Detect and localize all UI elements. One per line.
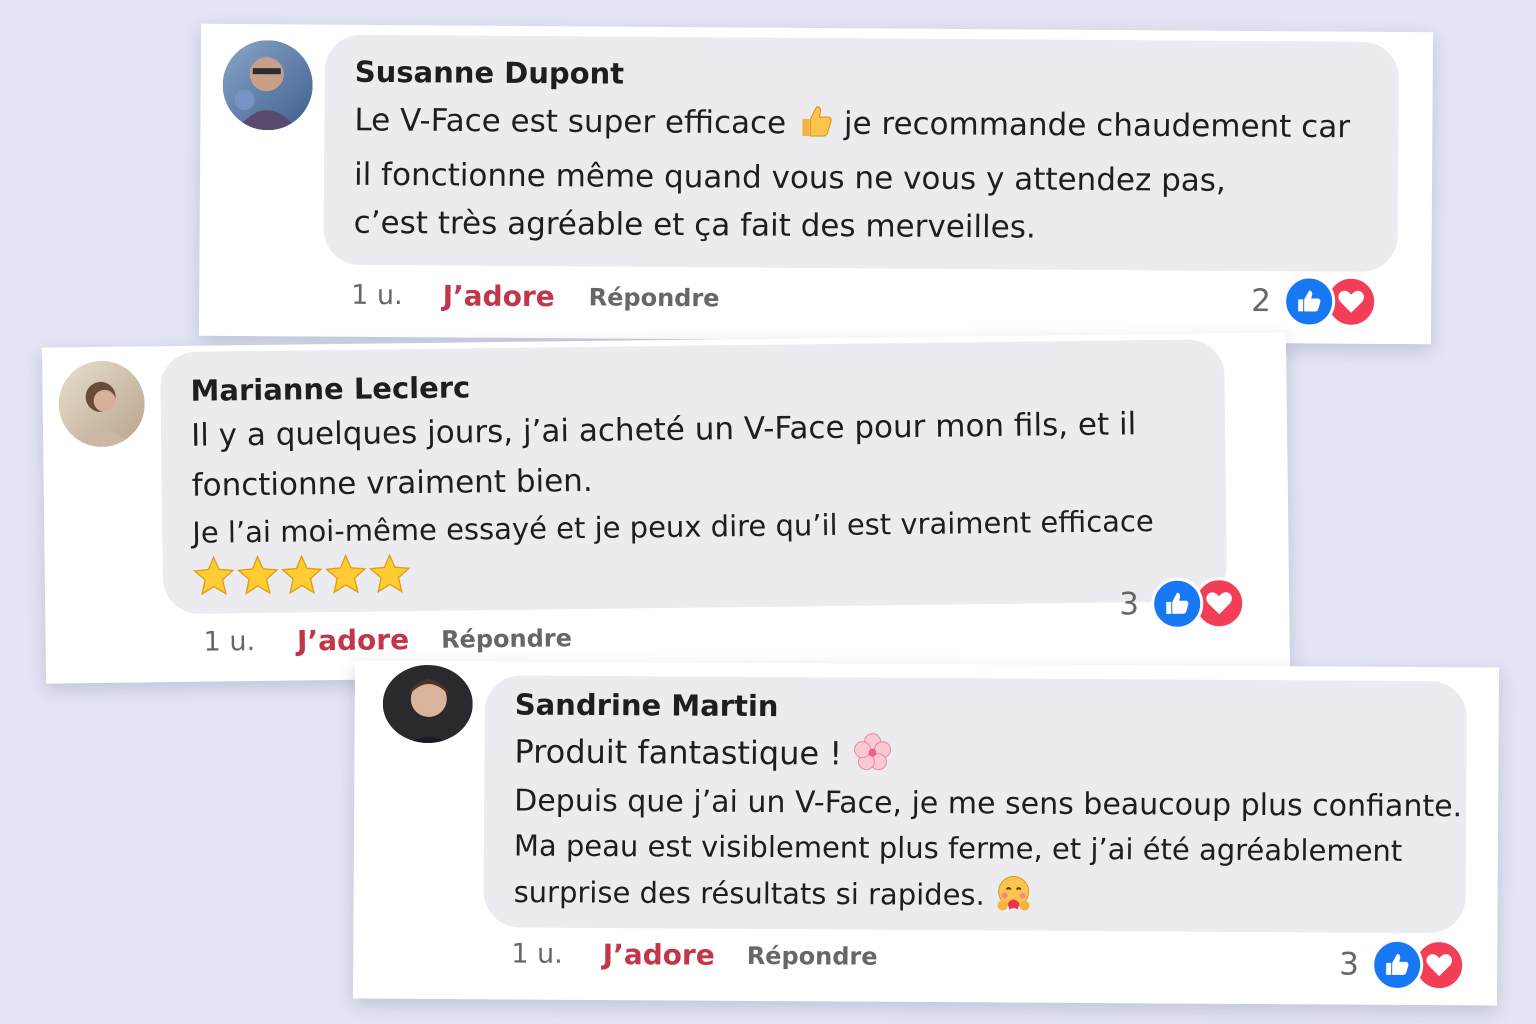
avatar[interactable] — [222, 39, 313, 131]
like-icon — [1282, 275, 1336, 328]
author-name[interactable]: Marianne Leclerc — [190, 361, 1198, 407]
star-icon — [368, 553, 411, 594]
comment-text: il fonctionne même quand vous ne vous y … — [353, 156, 1226, 199]
reaction-summary[interactable]: 2 — [1251, 275, 1378, 328]
comment-card: Susanne Dupont Le V-Face est super effic… — [198, 23, 1434, 345]
comment-actions: 1 u. J’adore Répondre — [203, 621, 572, 658]
like-icon — [1150, 577, 1204, 631]
hugging-face-emoji — [994, 873, 1034, 920]
avatar[interactable] — [58, 360, 146, 448]
timestamp[interactable]: 1 u. — [203, 626, 255, 658]
star-icon — [324, 553, 367, 594]
star-icon — [280, 554, 323, 595]
thumbs-up-emoji — [796, 102, 834, 148]
comment-text: Ma peau est visiblement plus ferme, et j… — [513, 828, 1403, 868]
star-rating — [192, 543, 1201, 596]
comment-actions: 1 u. J’adore Répondre — [351, 279, 720, 315]
comment-text: Depuis que j’ai un V-Face, je me sens be… — [514, 783, 1463, 825]
star-icon — [236, 554, 279, 595]
love-button[interactable]: J’adore — [443, 279, 555, 313]
comment-bubble: Sandrine Martin Produit fantastique ! De… — [483, 675, 1467, 934]
avatar[interactable] — [382, 664, 474, 744]
comment-card: Marianne Leclerc Il y a quelques jours, … — [41, 332, 1291, 684]
love-button[interactable]: J’adore — [297, 623, 409, 657]
cherry-blossom-emoji — [852, 732, 892, 780]
reaction-count: 3 — [1118, 586, 1140, 623]
author-name[interactable]: Susanne Dupont — [355, 55, 1373, 96]
reaction-count: 2 — [1251, 283, 1272, 320]
author-name[interactable]: Sandrine Martin — [515, 687, 1441, 727]
reaction-summary[interactable]: 3 — [1339, 938, 1466, 992]
love-button[interactable]: J’adore — [603, 938, 715, 972]
comment-text: Le V-Face est super efficace je recomman… — [354, 99, 1372, 152]
reaction-count: 3 — [1339, 946, 1360, 983]
comment-actions: 1 u. J’adore Répondre — [511, 937, 878, 972]
comment-bubble: Susanne Dupont Le V-Face est super effic… — [323, 34, 1400, 273]
comment-text: c’est très agréable et ça fait des merve… — [353, 204, 1036, 246]
comment-text: surprise des résultats si rapides. — [513, 870, 1439, 923]
comment-text: Je l’ai moi-même essayé et je peux dire … — [192, 504, 1154, 550]
timestamp[interactable]: 1 u. — [511, 938, 563, 969]
reply-button[interactable]: Répondre — [441, 624, 572, 654]
reply-button[interactable]: Répondre — [589, 283, 720, 312]
comment-card: Sandrine Martin Produit fantastique ! De… — [352, 660, 1500, 1006]
reaction-summary[interactable]: 3 — [1118, 576, 1246, 631]
comment-text: fonctionne vraiment bien. — [191, 462, 593, 504]
star-icon — [192, 555, 235, 596]
comment-bubble: Marianne Leclerc Il y a quelques jours, … — [160, 339, 1228, 615]
comment-text: Il y a quelques jours, j’ai acheté un V-… — [190, 406, 1137, 454]
timestamp[interactable]: 1 u. — [351, 280, 403, 311]
reply-button[interactable]: Répondre — [747, 941, 878, 970]
like-icon — [1370, 938, 1424, 992]
comment-text: Produit fantastique ! — [514, 729, 1440, 783]
